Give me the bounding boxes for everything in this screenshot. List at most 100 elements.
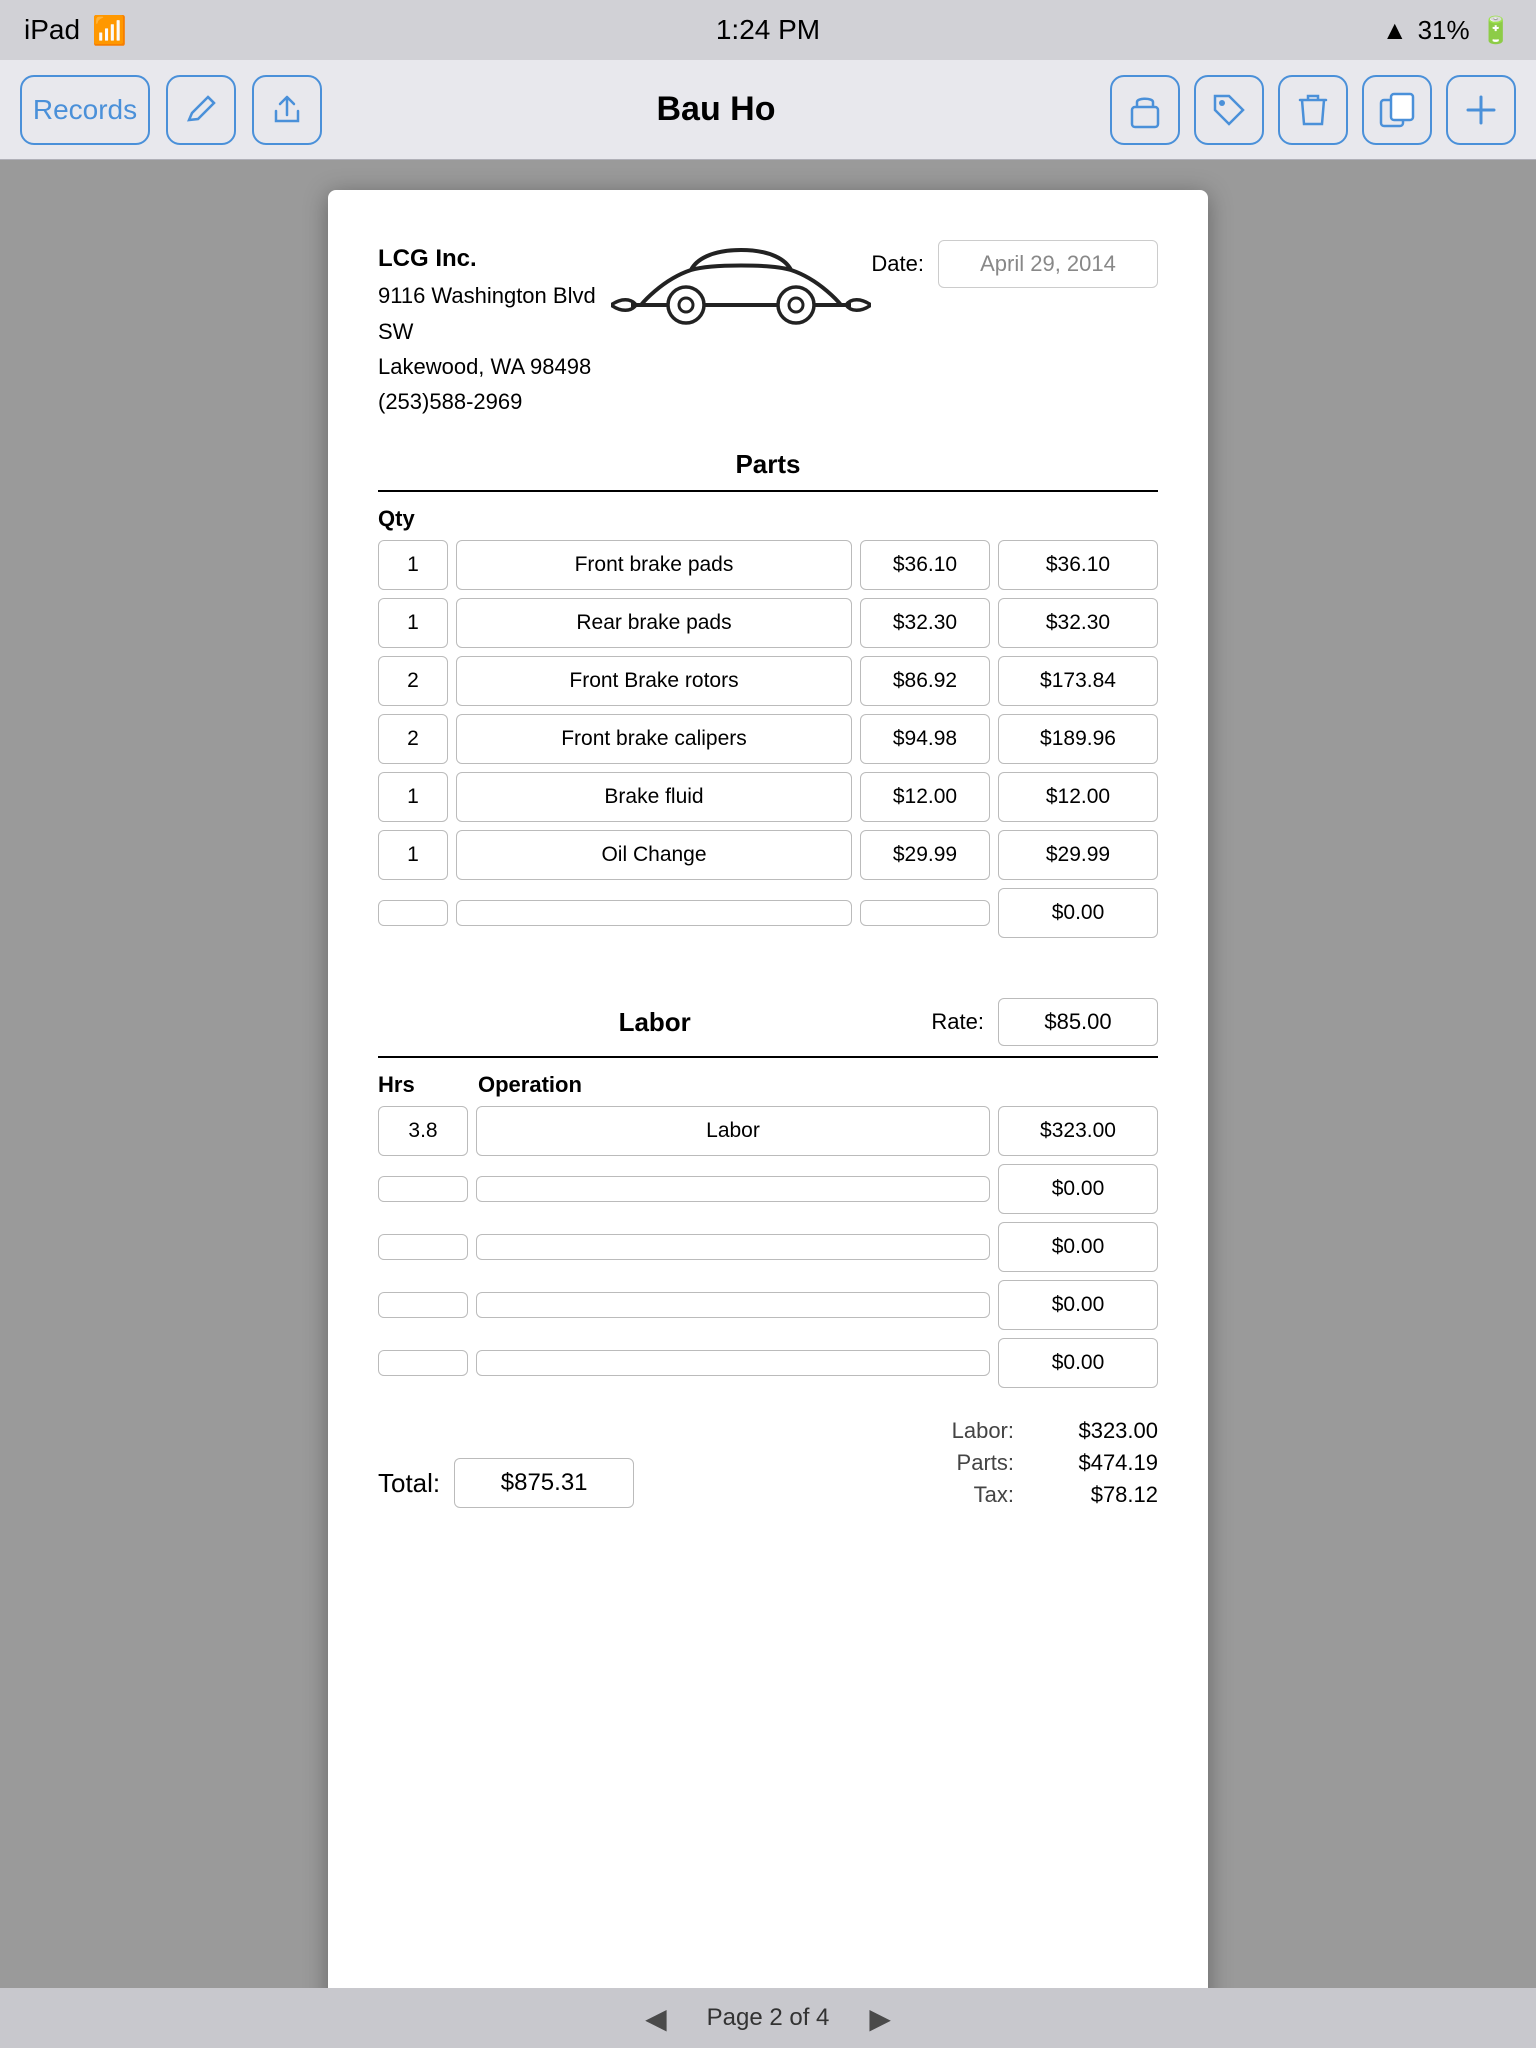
labor-total-3: $0.00 [998,1222,1158,1272]
date-label: Date: [871,251,924,277]
price-3[interactable]: $86.92 [860,656,990,706]
hrs-2[interactable] [378,1176,468,1202]
share-button[interactable] [252,75,322,145]
labor-row-1: 3.8 Labor $323.00 [378,1106,1158,1156]
copy-icon [1379,92,1415,128]
qty-6[interactable]: 1 [378,830,448,880]
signal-icon: ▲ [1382,15,1408,46]
total-left: Total: $875.31 [378,1458,634,1508]
summary-right: Labor: $323.00 Parts: $474.19 Tax: $78.1… [934,1418,1158,1508]
desc-3[interactable]: Front Brake rotors [456,656,852,706]
op-5[interactable] [476,1350,990,1376]
price-4[interactable]: $94.98 [860,714,990,764]
copy-button[interactable] [1362,75,1432,145]
parts-section-title: Parts [378,449,1158,492]
car-logo [611,240,871,340]
rate-label: Rate: [931,1009,984,1035]
carrier-label: iPad [24,14,80,46]
hrs-4[interactable] [378,1292,468,1318]
qty-1[interactable]: 1 [378,540,448,590]
status-left: iPad 📶 [24,14,127,47]
op-1[interactable]: Labor [476,1106,990,1156]
tag-icon [1211,92,1247,128]
tag-button[interactable] [1194,75,1264,145]
parts-row-3: 2 Front Brake rotors $86.92 $173.84 [378,656,1158,706]
labor-total-2: $0.00 [998,1164,1158,1214]
parts-summary-value: $474.19 [1028,1450,1158,1476]
pencil-icon [184,93,218,127]
labor-summary-value: $323.00 [1028,1418,1158,1444]
total-5: $12.00 [998,772,1158,822]
op-3[interactable] [476,1234,990,1260]
tax-summary-value: $78.12 [1028,1482,1158,1508]
page-indicator: Page 2 of 4 [707,2004,830,2032]
total-1: $36.10 [998,540,1158,590]
edit-button[interactable] [166,75,236,145]
records-button[interactable]: Records [20,75,150,145]
add-button[interactable] [1446,75,1516,145]
prev-page-arrow[interactable]: ◀ [645,2002,667,2035]
op-4[interactable] [476,1292,990,1318]
rate-value[interactable]: $85.00 [998,998,1158,1046]
desc-2[interactable]: Rear brake pads [456,598,852,648]
desc-7[interactable] [456,900,852,926]
labor-summary-label: Labor: [934,1418,1014,1444]
op-2[interactable] [476,1176,990,1202]
price-1[interactable]: $36.10 [860,540,990,590]
hrs-5[interactable] [378,1350,468,1376]
company-phone: (253)588-2969 [378,384,611,419]
status-bar: iPad 📶 1:24 PM ▲ 31% 🔋 [0,0,1536,60]
qty-header: Qty [378,492,1158,540]
desc-6[interactable]: Oil Change [456,830,852,880]
total-2: $32.30 [998,598,1158,648]
labor-rate-section: Rate: $85.00 [931,998,1158,1046]
tax-summary-row: Tax: $78.12 [934,1482,1158,1508]
company-info: LCG Inc. 9116 Washington Blvd SW Lakewoo… [378,240,611,419]
delete-button[interactable] [1278,75,1348,145]
hrs-3[interactable] [378,1234,468,1260]
hrs-1[interactable]: 3.8 [378,1106,468,1156]
qty-3[interactable]: 2 [378,656,448,706]
desc-1[interactable]: Front brake pads [456,540,852,590]
lock-icon [1128,91,1162,129]
operation-header: Operation [478,1072,1158,1098]
labor-row-2: $0.00 [378,1164,1158,1214]
date-value: April 29, 2014 [938,240,1158,288]
total-label: Total: [378,1468,440,1499]
labor-summary-row: Labor: $323.00 [934,1418,1158,1444]
qty-2[interactable]: 1 [378,598,448,648]
parts-table: Qty 1 Front brake pads $36.10 $36.10 1 R… [378,492,1158,938]
labor-total-4: $0.00 [998,1280,1158,1330]
lock-button[interactable] [1110,75,1180,145]
price-5[interactable]: $12.00 [860,772,990,822]
price-2[interactable]: $32.30 [860,598,990,648]
desc-4[interactable]: Front brake calipers [456,714,852,764]
qty-4[interactable]: 2 [378,714,448,764]
toolbar-title: Bau Ho [338,90,1094,129]
price-7[interactable] [860,900,990,926]
total-value: $875.31 [454,1458,634,1508]
qty-7[interactable] [378,900,448,926]
labor-row-4: $0.00 [378,1280,1158,1330]
total-6: $29.99 [998,830,1158,880]
page-navigation: ◀ Page 2 of 4 ▶ [0,1988,1536,2048]
date-section: Date: April 29, 2014 [871,240,1158,288]
labor-section-title: Labor [619,1007,691,1037]
next-page-arrow[interactable]: ▶ [869,2002,891,2035]
labor-total-1: $323.00 [998,1106,1158,1156]
labor-row-5: $0.00 [378,1338,1158,1388]
battery-label: 31% [1418,15,1470,46]
tax-summary-label: Tax: [934,1482,1014,1508]
toolbar: Records Bau Ho [0,60,1536,160]
labor-section: Labor Rate: $85.00 Hrs Operation 3.8 Lab… [378,998,1158,1388]
labor-total-5: $0.00 [998,1338,1158,1388]
battery-icon: 🔋 [1480,15,1512,46]
summary-section: Total: $875.31 Labor: $323.00 Parts: $47… [378,1418,1158,1508]
desc-5[interactable]: Brake fluid [456,772,852,822]
plus-icon [1464,93,1498,127]
wifi-icon: 📶 [92,14,127,47]
price-6[interactable]: $29.99 [860,830,990,880]
qty-5[interactable]: 1 [378,772,448,822]
company-address2: Lakewood, WA 98498 [378,349,611,384]
parts-row-2: 1 Rear brake pads $32.30 $32.30 [378,598,1158,648]
